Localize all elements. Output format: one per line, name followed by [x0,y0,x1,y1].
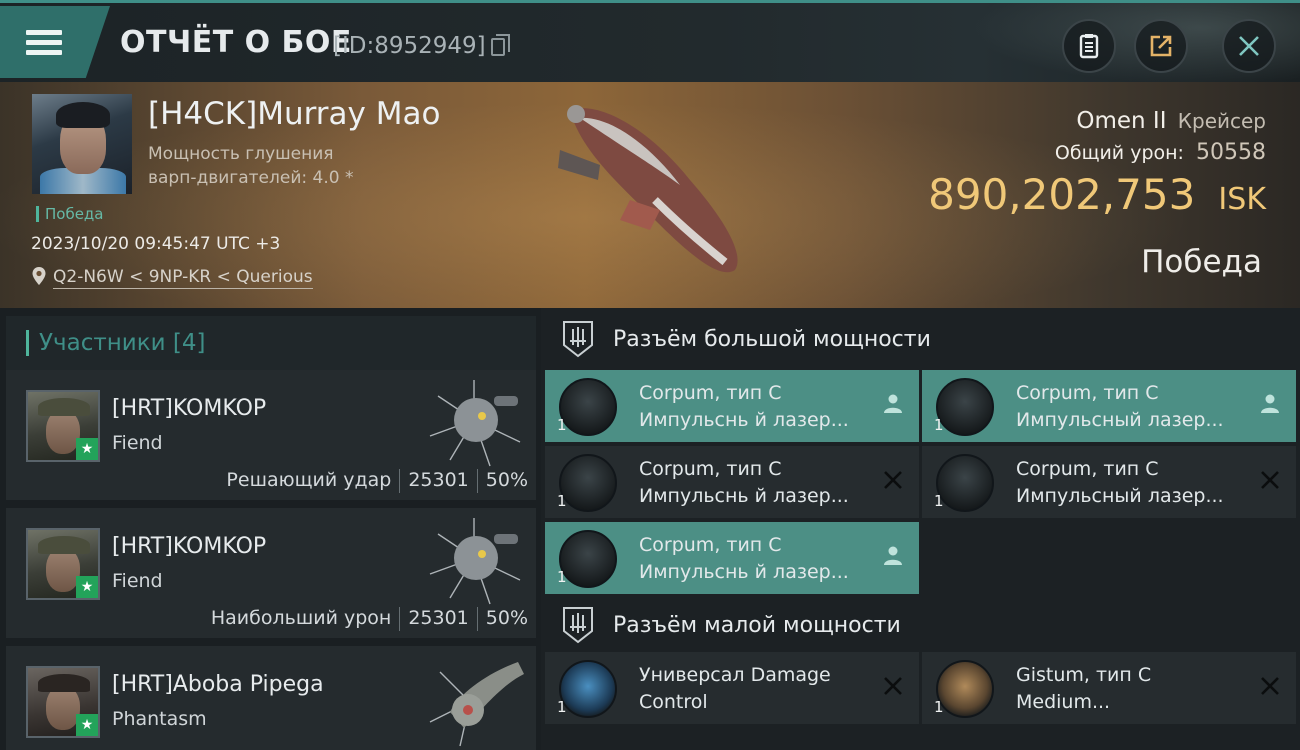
participant-stats: Наибольший урон 25301 50% [210,607,528,631]
participant-avatar[interactable]: ★ [26,390,100,462]
location-pin-icon [32,267,46,285]
total-damage: Общий урон: 50558 [1054,140,1266,165]
battle-datetime: 2023/10/20 09:45:47 UTC +3 [31,234,281,254]
top-bar: ОТЧЁТ О БОЕ [ID:8952949] [0,0,1300,85]
participants-panel: Участники [4] ★ [HRT]KOMKOP Fiend Решающ… [0,308,541,750]
module-slot[interactable]: 1 Corpum, тип C Импульснь й лазер... [545,522,919,594]
star-icon: ★ [76,714,98,736]
destroyed-icon [1261,677,1279,695]
pulse-laser-icon [559,530,617,588]
person-icon [884,546,902,565]
ship-name: Omen II Крейсер [1076,108,1266,134]
participant-name[interactable]: [HRT]KOMKOP [112,534,266,559]
low-slot-icon [563,607,593,644]
fiend-ship-icon [429,518,521,605]
fitting-panel: Разъём большой мощности 1 Corpum, тип C … [541,308,1300,750]
phantasm-ship-icon [429,662,524,747]
damage-control-icon [559,660,617,718]
victim-avatar[interactable] [32,94,132,194]
participant-avatar[interactable]: ★ [26,666,100,738]
high-slots-header: Разъём большой мощности [541,308,1300,370]
participant-name[interactable]: [HRT]KOMKOP [112,396,266,421]
participant-ship: Fiend [112,432,163,454]
destroyed-icon [884,471,902,489]
kill-summary-banner: [H4CK]Murray Mao Мощность глушения варп-… [0,82,1300,308]
pulse-laser-icon [559,378,617,436]
location-link[interactable]: Q2-N6W < 9NP-KR < Querious [53,267,313,289]
destroyed-icon [884,677,902,695]
battle-id: [ID:8952949] [333,33,486,59]
clipboard-icon [1079,34,1099,59]
isk-value: 890,202,753 ISK [928,170,1266,219]
battle-result: Победа [1141,244,1262,280]
participants-header[interactable]: Участники [4] [6,316,536,370]
share-button[interactable] [1134,19,1188,73]
share-icon [1150,35,1172,57]
copy-icon[interactable] [491,34,510,56]
high-slot-icon [563,321,593,358]
person-icon [884,394,902,413]
clipboard-button[interactable] [1062,19,1116,73]
pulse-laser-icon [936,378,994,436]
victory-flag: Победа [36,206,104,222]
star-icon: ★ [76,438,98,460]
participant-row[interactable]: ★ [HRT]KOMKOP Fiend Решающий удар 25301 … [6,370,536,502]
pulse-laser-icon [559,454,617,512]
module-slot[interactable]: 1 Универсал Damage Control [545,652,919,724]
close-button[interactable] [1222,19,1276,73]
participant-ship: Phantasm [112,708,207,730]
armor-repairer-icon [936,660,994,718]
participant-stats: Решающий удар 25301 50% [226,469,528,493]
low-slots-header: Разъём малой мощности [541,594,1300,656]
menu-icon [26,25,62,60]
fiend-ship-icon [429,380,521,467]
participant-name[interactable]: [HRT]Aboba Pipega [112,672,324,697]
star-icon: ★ [76,576,98,598]
close-icon [1239,36,1259,56]
participant-ship: Fiend [112,570,163,592]
module-slot[interactable]: 1 Corpum, тип C Импульснь й лазер... [545,446,919,518]
person-icon [1261,394,1279,413]
victim-name[interactable]: [H4CK]Murray Mao [148,96,440,132]
participant-row[interactable]: ★ [HRT]Aboba Pipega Phantasm [6,646,536,750]
destroyed-icon [1261,471,1279,489]
module-slot[interactable]: 1 Corpum, тип C Импульсный лазер... [922,370,1296,442]
page-title: ОТЧЁТ О БОЕ [120,25,352,60]
participant-avatar[interactable]: ★ [26,528,100,600]
participant-row[interactable]: ★ [HRT]KOMKOP Fiend Наибольший урон 2530… [6,508,536,640]
module-slot[interactable]: 1 Corpum, тип C Импульсный лазер... [922,446,1296,518]
pulse-laser-icon [936,454,994,512]
victim-stat: Мощность глушения варп-двигателей: 4.0 * [148,144,354,188]
module-slot[interactable]: 1 Gistum, тип C Medium... [922,652,1296,724]
ship-image [558,105,738,273]
module-slot[interactable]: 1 Corpum, тип C Импульснь й лазер... [545,370,919,442]
menu-button[interactable] [0,6,110,78]
